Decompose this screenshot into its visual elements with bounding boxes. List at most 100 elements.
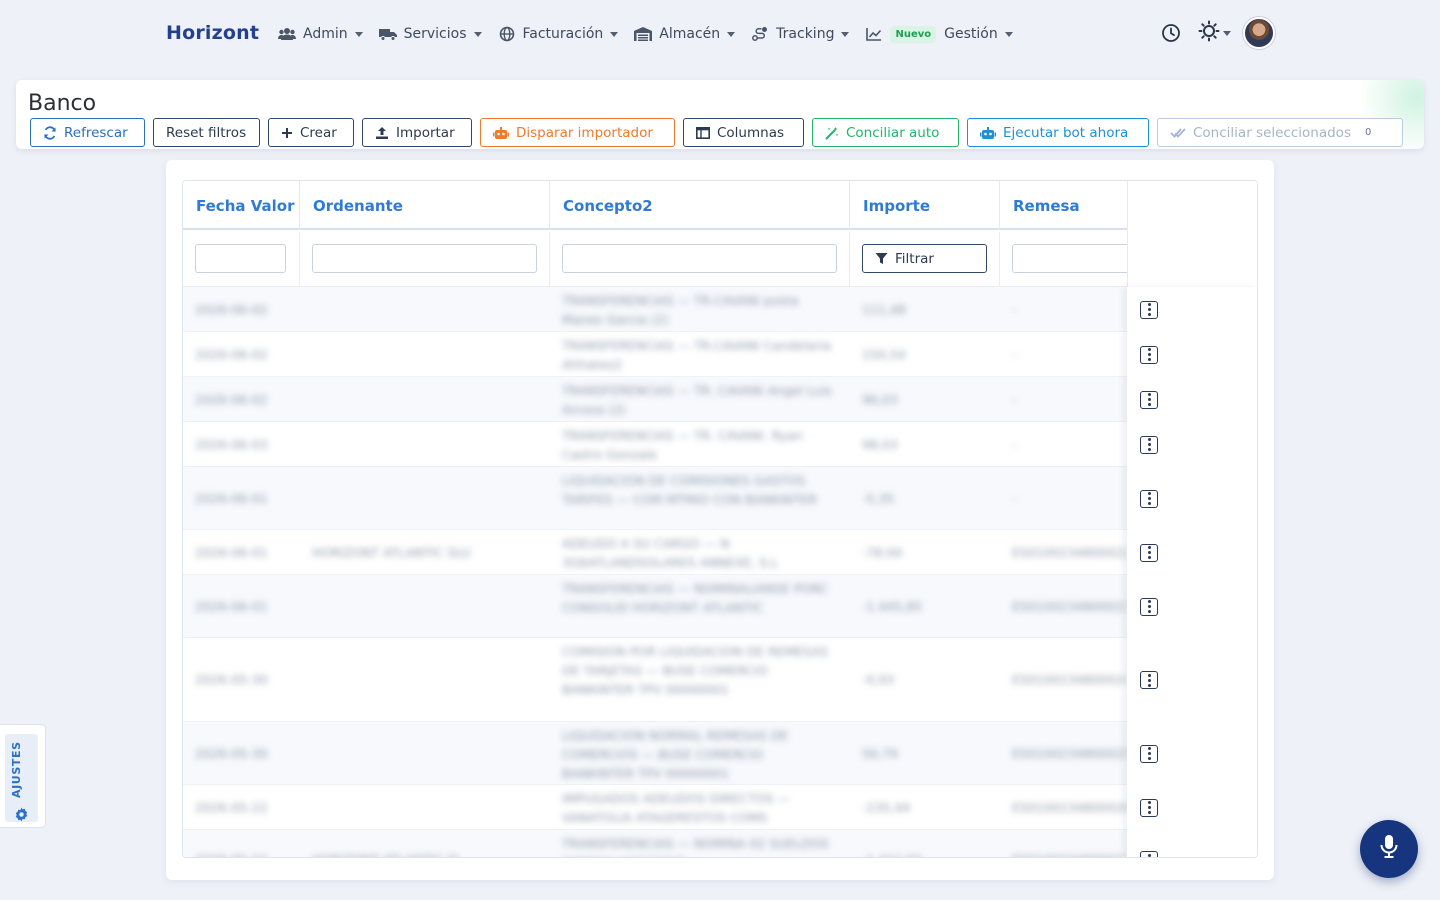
cell-importe: -0,93 (862, 672, 895, 687)
cell-fecha: 2026-05-22 (195, 799, 268, 815)
nav-item-servicios[interactable]: Servicios (378, 26, 482, 42)
cell-fecha: 2026-05-22 (183, 830, 300, 857)
table-row[interactable]: 2026-05-30 LIQUIDACION NORMAL REMESAS DE … (183, 722, 1257, 785)
column-header-fecha-valor[interactable]: Fecha Valor (183, 181, 300, 230)
chevron-down-icon (727, 31, 736, 37)
filter-concepto-input[interactable] (562, 244, 837, 273)
auto-reconcile-label: Conciliar auto (846, 124, 940, 141)
cell-remesa: ES0100234800026 (1012, 799, 1128, 815)
table-row[interactable]: 2026-05-30 COMISION POR LIQUIDACION DE RE… (183, 638, 1257, 722)
cell-remesa: ES0100234800023 (1012, 598, 1128, 614)
actions-column-header (1127, 181, 1257, 287)
clock-icon[interactable] (1160, 22, 1182, 44)
filter-remesa-input[interactable] (1012, 244, 1137, 273)
cell-concepto: ADEUDO A SU CARGO — N 3G6ATLANDSOLARES A… (562, 536, 779, 570)
nav-item-admin[interactable]: Admin (278, 26, 363, 42)
reconcile-selected-button[interactable]: Conciliar seleccionados 0 (1157, 118, 1403, 147)
reset-filters-button[interactable]: Reset filtros (153, 118, 260, 147)
cell-importe: 98,03 (862, 436, 898, 452)
cell-concepto: IMPUGADOS ADEUDOS DIRECTOS — VANATOLIA A… (562, 791, 790, 825)
voice-assistant-button[interactable] (1360, 820, 1418, 878)
globe-icon (498, 26, 516, 42)
column-header-importe[interactable]: Importe (850, 181, 1000, 230)
cell-concepto: TRANSFERENCIAS — TR.CAVANI posta Manes G… (562, 293, 799, 327)
route-icon (751, 26, 769, 42)
cell-fecha: 2026-06-03 (195, 436, 268, 452)
reset-label: Reset filtros (166, 124, 247, 141)
theme-toggle[interactable] (1198, 20, 1231, 46)
row-actions-menu-icon[interactable] (1140, 300, 1158, 319)
filter-importe-button[interactable]: Filtrar (862, 244, 987, 273)
cell-remesa: ES0100234800027 (1000, 830, 1128, 857)
cell-fecha: 2026-05-30 (195, 672, 268, 687)
refresh-button[interactable]: Refrescar (30, 118, 145, 147)
filter-ordenante-input[interactable] (312, 244, 537, 273)
row-actions-menu-icon[interactable] (1140, 489, 1158, 508)
truck-icon (378, 26, 397, 42)
import-button[interactable]: Importar (362, 118, 472, 147)
cell-concepto: TRANSFERENCIAS — TR. CAVANI. Ryan Castro… (562, 428, 803, 462)
cell-ordenante (300, 575, 550, 637)
settings-tab-inner: AJUSTES (5, 734, 38, 822)
run-bot-button[interactable]: Ejecutar bot ahora (967, 118, 1149, 147)
table-row[interactable]: 2026-06-03 TRANSFERENCIAS — TR. CAVANI. R… (183, 422, 1257, 467)
table-row[interactable]: 2026-06-02 TRANSFERENCIAS — TR.CAVANI Can… (183, 332, 1257, 377)
table-row[interactable]: 2026-06-02 TRANSFERENCIAS — TR. CAVANI An… (183, 377, 1257, 422)
cell-ordenante (300, 377, 550, 421)
magic-wand-icon (825, 126, 839, 140)
table-row[interactable]: 2026-06-01 TRANSFERENCIAS — NOMINALIANSE … (183, 575, 1257, 638)
bank-table: Fecha Valor Ordenante Concepto2 Importe … (182, 180, 1258, 858)
row-actions-menu-icon[interactable] (1140, 345, 1158, 364)
nav-item-gestion[interactable]: Nuevo Gestión (865, 25, 1013, 43)
nav-item-almacen[interactable]: Almacén (634, 26, 736, 42)
table-row[interactable]: 2026-05-22 IMPUGADOS ADEUDOS DIRECTOS — V… (183, 785, 1257, 830)
auto-reconcile-button[interactable]: Conciliar auto (812, 118, 959, 147)
row-actions-menu-icon[interactable] (1140, 543, 1158, 562)
table-row[interactable]: 2026-06-02 TRANSFERENCIAS — TR.CAVANI pos… (183, 287, 1257, 332)
nav-label: Almacén (659, 26, 721, 42)
cell-importe: -78,00 (862, 544, 903, 560)
sun-icon (1198, 20, 1220, 46)
table-row[interactable]: 2026-05-22HORIZONT ATLANTIC SL TRANSFEREN… (183, 830, 1257, 857)
cell-ordenante (300, 638, 550, 721)
nav-item-tracking[interactable]: Tracking (751, 26, 850, 42)
cell-importe: -1.412,55 (850, 830, 1000, 857)
row-actions-menu-icon[interactable] (1140, 390, 1158, 409)
row-actions-menu-icon[interactable] (1140, 671, 1158, 689)
filter-fecha-input[interactable] (195, 244, 286, 273)
run-bot-label: Ejecutar bot ahora (1003, 124, 1129, 141)
cell-ordenante (300, 722, 550, 784)
columns-button[interactable]: Columnas (683, 118, 804, 147)
filter-row: Filtrar (183, 232, 1257, 287)
trigger-importer-button[interactable]: Disparar importador (480, 118, 675, 147)
cell-remesa: - (1012, 436, 1017, 452)
row-actions-menu-icon[interactable] (1140, 435, 1158, 454)
create-button[interactable]: Crear (268, 118, 354, 147)
cell-remesa: - (1012, 346, 1017, 362)
upload-icon (375, 126, 389, 140)
page-title: Banco (28, 91, 97, 116)
column-header-ordenante[interactable]: Ordenante (300, 181, 550, 230)
cell-fecha: 2026-06-01 (195, 598, 268, 614)
column-header-remesa[interactable]: Remesa (1000, 181, 1128, 230)
column-header-concepto2[interactable]: Concepto2 (550, 181, 850, 230)
chevron-down-icon (473, 31, 482, 37)
navbar-right (1160, 16, 1275, 50)
row-actions-menu-icon[interactable] (1140, 798, 1158, 817)
cell-ordenante (300, 287, 550, 331)
cell-remesa: - (1012, 301, 1017, 317)
row-actions-menu-icon[interactable] (1140, 597, 1158, 616)
user-avatar[interactable] (1243, 17, 1275, 49)
row-actions-menu-icon[interactable] (1140, 744, 1158, 763)
table-row[interactable]: 2026-06-01 HORIZONT ATLANTIC SLU ADEUDO A … (183, 530, 1257, 575)
settings-side-tab[interactable]: AJUSTES (0, 724, 46, 828)
filter-icon (875, 252, 888, 265)
cell-fecha: 2026-05-30 (195, 745, 268, 761)
columns-label: Columnas (717, 124, 785, 141)
row-actions-menu-icon[interactable] (1140, 851, 1158, 857)
double-check-icon (1170, 126, 1186, 140)
cell-ordenante (300, 467, 550, 529)
brand-logo[interactable]: Horizont (166, 22, 259, 44)
table-row[interactable]: 2026-06-01 LIQUIDACION DE COMISIONES GAST… (183, 467, 1257, 530)
nav-item-facturacion[interactable]: Facturación (498, 26, 619, 42)
